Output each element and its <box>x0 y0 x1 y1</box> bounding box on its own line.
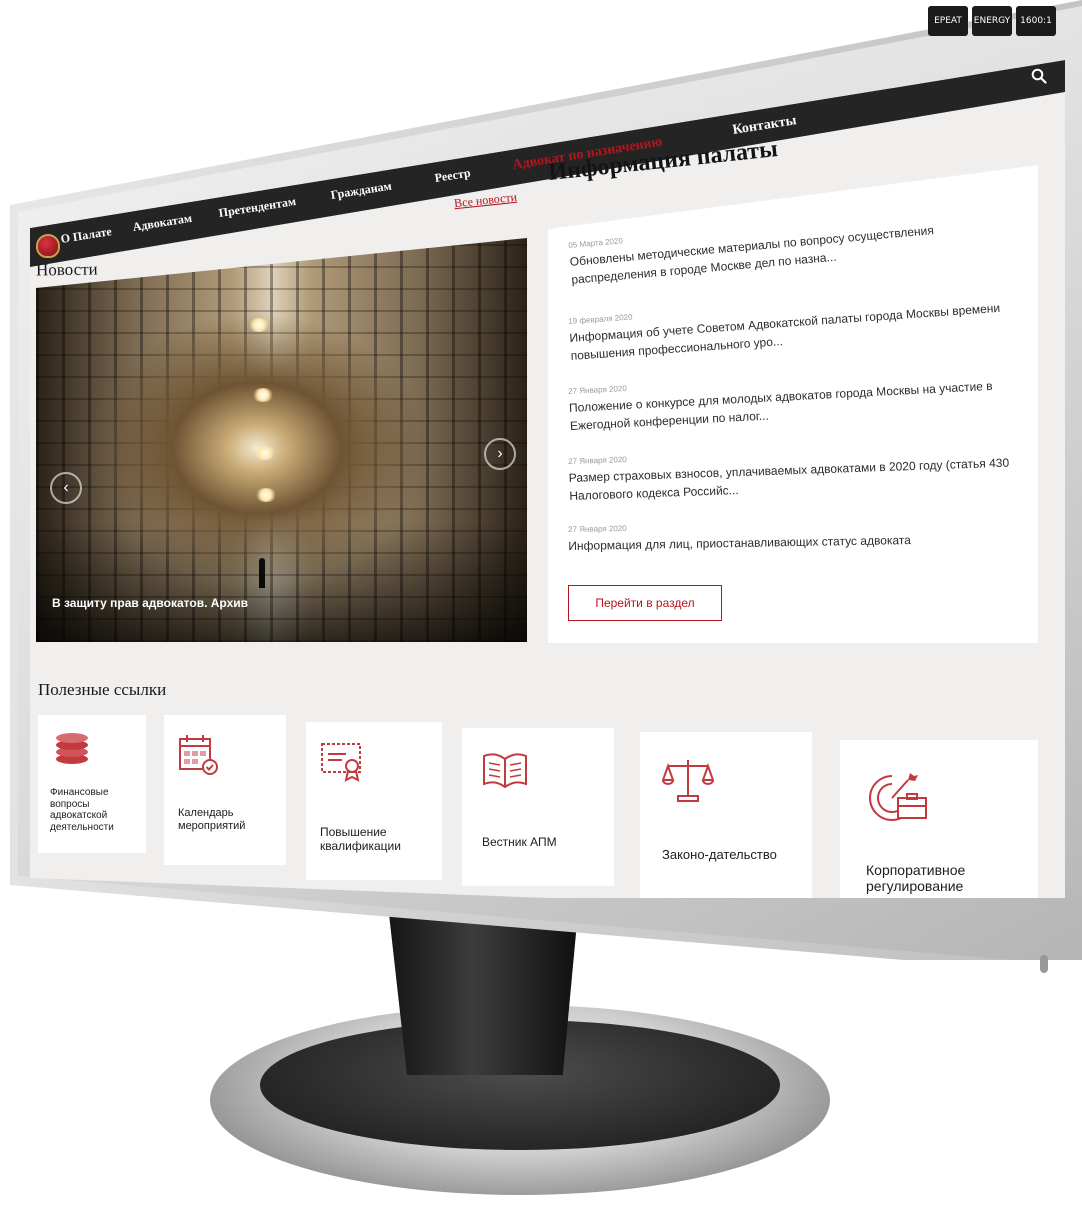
news-heading: Новости <box>35 259 98 280</box>
chamber-logo-icon[interactable] <box>36 234 60 258</box>
photo-caption[interactable]: В защиту прав адвокатов. Архив <box>52 596 248 610</box>
certificate-icon <box>321 743 361 782</box>
info-news-item[interactable]: 05 Марта 2020 Обновлены методические мат… <box>568 202 1018 289</box>
slider-next-button[interactable]: › <box>484 438 516 470</box>
monitor-stand-neck <box>388 905 578 1075</box>
link-card-corporate[interactable]: Корпоративное регулирование <box>840 740 1038 898</box>
calendar-icon <box>179 735 218 775</box>
news-slider-photo[interactable]: ‹ › В защиту прав адвокатов. Архив <box>36 238 527 642</box>
epeat-badge: EPEAT <box>928 6 968 36</box>
monitor-badges: EPEAT ENERGY 1600:1 <box>928 6 1056 36</box>
person-silhouette <box>259 558 265 588</box>
link-label: Законо-дательство <box>662 847 777 862</box>
link-card-calendar[interactable]: Календарь мероприятий <box>164 715 286 865</box>
info-news-item[interactable]: 27 Января 2020 Информация для лиц, приос… <box>568 517 1016 555</box>
useful-links-heading: Полезные ссылки <box>38 680 167 699</box>
link-label: Корпоративное регулирование <box>866 862 966 895</box>
search-icon[interactable] <box>1031 68 1047 84</box>
link-card-qualification[interactable]: Повышение квалификации <box>306 722 442 880</box>
news-date: 27 Января 2020 <box>568 523 627 534</box>
scales-icon <box>662 760 714 802</box>
link-label: Повышение квалификации <box>320 825 401 853</box>
energy-badge: ENERGY <box>972 6 1012 36</box>
power-button <box>1040 955 1048 973</box>
link-label: Вестник АПМ <box>482 835 557 849</box>
link-card-finance[interactable]: Финансовые вопросы адвокатской деятельно… <box>38 715 146 853</box>
target-briefcase-icon <box>869 773 927 821</box>
slider-prev-button[interactable]: ‹ <box>50 472 82 504</box>
go-to-section-button[interactable]: Перейти в раздел <box>568 585 722 621</box>
info-panel: 05 Марта 2020 Обновлены методические мат… <box>548 165 1038 643</box>
link-card-legislation[interactable]: Законо-дательство <box>640 732 812 898</box>
news-text[interactable]: Информация для лиц, приостанавливающих с… <box>568 533 911 553</box>
info-news-item[interactable]: 19 февраля 2020 Информация об учете Сове… <box>568 286 1018 365</box>
link-card-bulletin[interactable]: Вестник АПМ <box>462 728 614 886</box>
info-news-item[interactable]: 27 Января 2020 Положение о конкурсе для … <box>568 364 1018 435</box>
ceiling-light <box>255 488 277 502</box>
ceiling-light <box>252 388 274 402</box>
ceiling-light <box>248 318 270 332</box>
link-label: Календарь мероприятий <box>178 807 246 832</box>
info-news-item[interactable]: 27 Января 2020 Размер страховых взносов,… <box>568 441 1017 505</box>
coins-icon <box>56 733 88 764</box>
ceiling-light <box>254 446 276 460</box>
contrast-badge: 1600:1 <box>1016 6 1056 36</box>
book-icon <box>483 753 527 788</box>
link-label: Финансовые вопросы адвокатской деятельно… <box>50 787 114 833</box>
